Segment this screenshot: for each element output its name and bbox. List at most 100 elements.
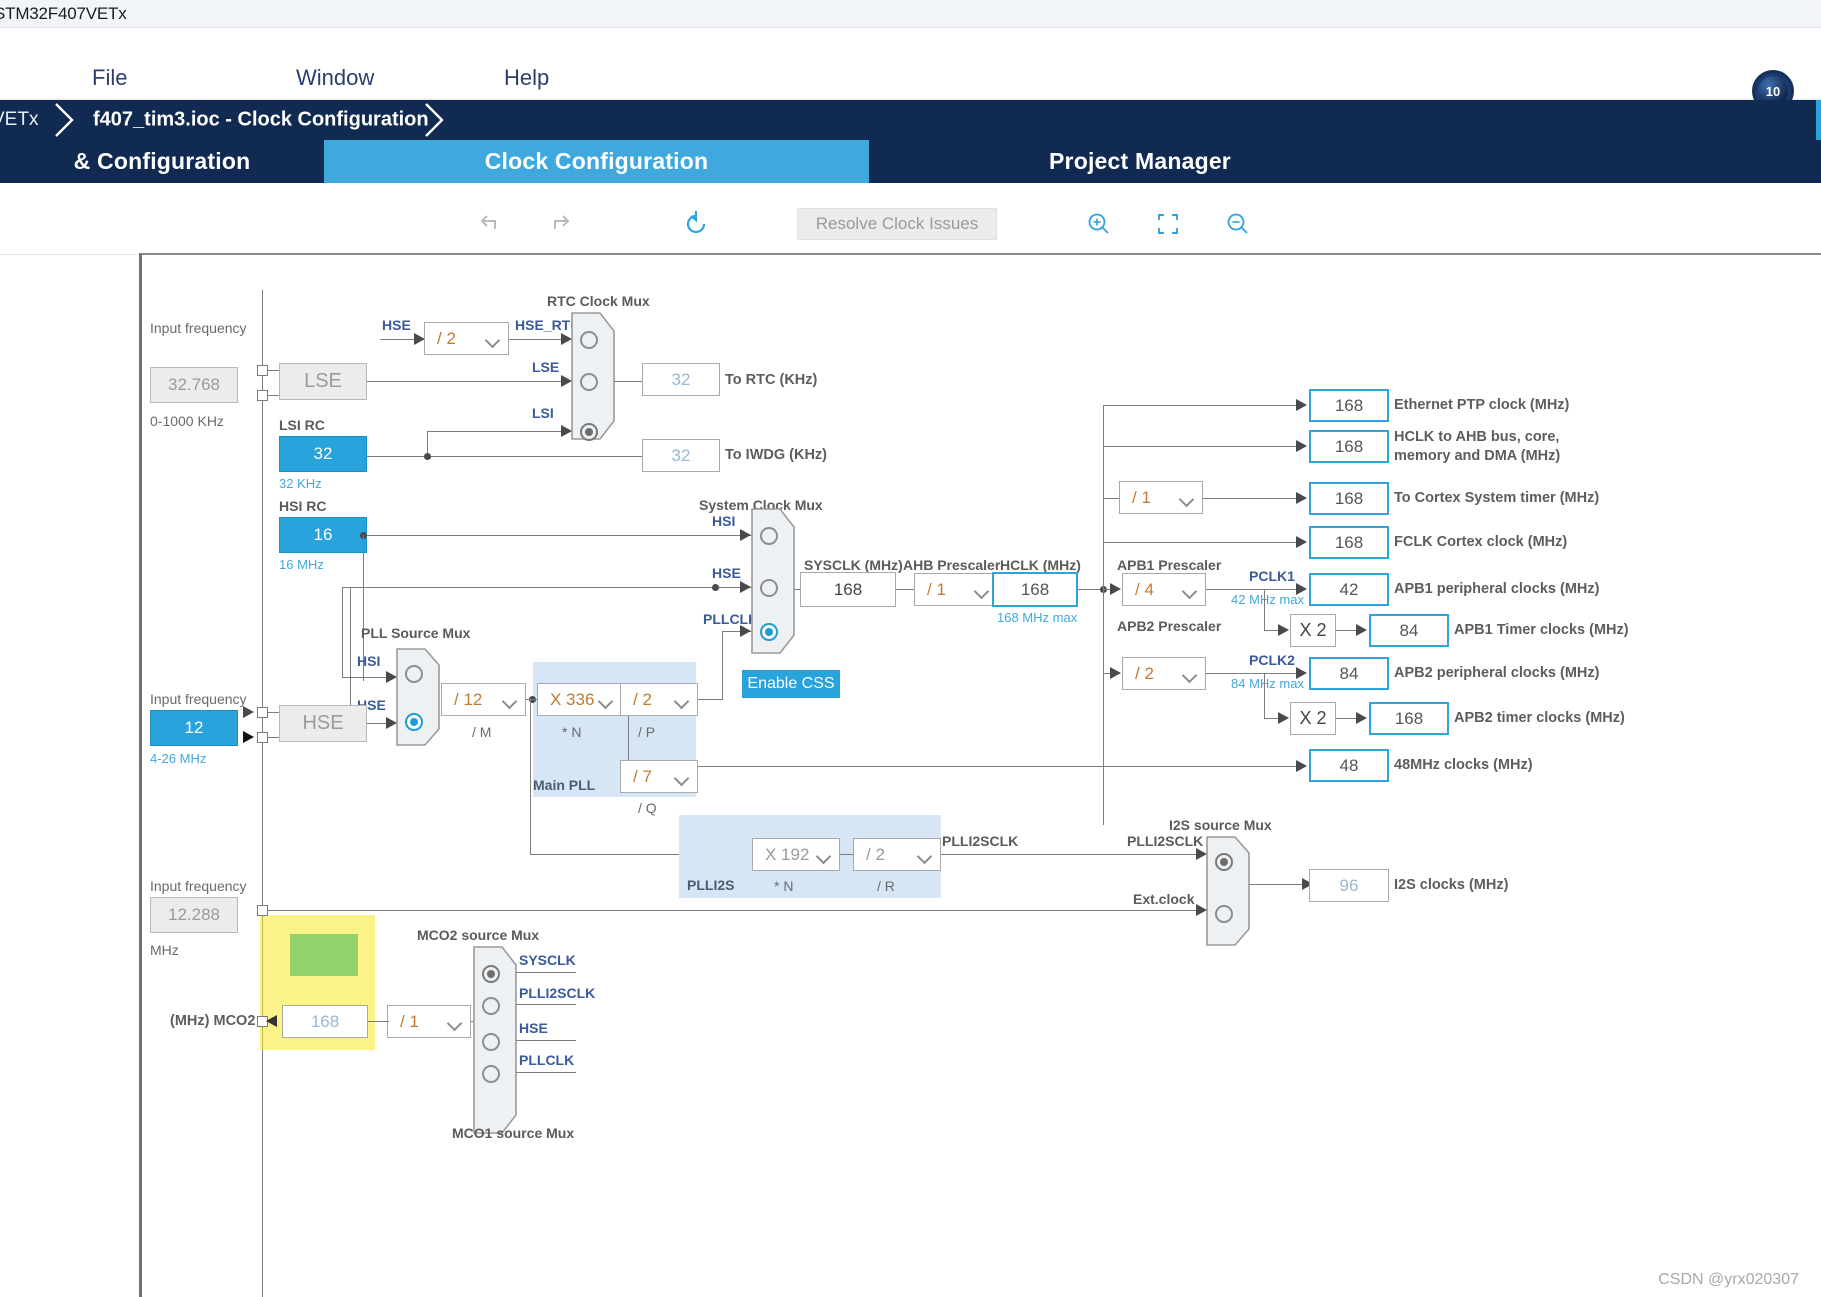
- apb1-prescaler-select[interactable]: / 4: [1122, 573, 1206, 606]
- pll-n-multiplier-select[interactable]: X 336: [537, 683, 622, 716]
- apb1-x2-arrow: [1278, 624, 1289, 636]
- apb2-periph-label: APB2 peripheral clocks (MHz): [1394, 665, 1600, 681]
- apb1-timer-value-box[interactable]: 84: [1369, 614, 1449, 647]
- hse-block[interactable]: HSE: [279, 705, 367, 742]
- main-tabs: & Configuration Clock Configuration Proj…: [0, 140, 1821, 183]
- plli2sclk-label-right: PLLI2SCLK: [1127, 833, 1204, 849]
- i2s-input-frequency-field[interactable]: 12.288: [150, 897, 238, 933]
- plli2s-r-divider-select[interactable]: / 2: [853, 838, 941, 871]
- hse-input-frequency-field[interactable]: 12: [150, 710, 238, 746]
- apb2-prescaler-select[interactable]: / 2: [1122, 657, 1206, 690]
- 48mhz-label: 48MHz clocks (MHz): [1394, 757, 1533, 773]
- to-iwdg-value-box[interactable]: 32: [642, 439, 720, 472]
- fclk-arrow: [1296, 536, 1307, 548]
- lsi-to-mux-wire: [427, 431, 561, 432]
- mco2-out-arrow: [266, 1015, 277, 1027]
- reset-icon[interactable]: [679, 207, 713, 241]
- mco2-label-plli2sclk: PLLI2SCLK: [519, 985, 596, 1001]
- i2s-clocks-value-box[interactable]: 96: [1309, 869, 1389, 902]
- to-rtc-value-box[interactable]: 32: [642, 363, 720, 396]
- mco2-option-sysclk[interactable]: [482, 965, 500, 983]
- rtc-mux-option-lse[interactable]: [580, 373, 598, 391]
- menu-file[interactable]: File: [92, 65, 127, 91]
- plli2s-r-label: / R: [877, 878, 895, 894]
- lse-port-bottom: [257, 390, 268, 401]
- mco2-label-hse: HSE: [519, 1020, 548, 1036]
- eth-ptp-value-box[interactable]: 168: [1309, 389, 1389, 422]
- fit-to-screen-icon[interactable]: [1151, 207, 1185, 241]
- breadcrumb-device[interactable]: VETx: [0, 109, 38, 131]
- mco2-option-pllclk[interactable]: [482, 1065, 500, 1083]
- hse-range-label: 4-26 MHz: [150, 751, 207, 766]
- plli2s-n-to-r-wire: [840, 854, 854, 855]
- pll-mux-option-hsi[interactable]: [405, 665, 423, 683]
- rtc-mux-option-hse-rtc[interactable]: [580, 331, 598, 349]
- hse-rtc-divider-select[interactable]: / 2: [424, 322, 509, 355]
- undo-icon[interactable]: [473, 207, 507, 241]
- apb2-branch-v: [1103, 589, 1104, 674]
- hse-branch-up: [350, 587, 351, 723]
- mco2-option-hse[interactable]: [482, 1033, 500, 1051]
- sysmux-option-hsi[interactable]: [760, 527, 778, 545]
- mco2-option-plli2sclk[interactable]: [482, 997, 500, 1015]
- hse-div-input-label: HSE: [382, 317, 411, 333]
- pll-m-divider-select[interactable]: / 12: [441, 683, 526, 716]
- plli2s-n-multiplier-select[interactable]: X 192: [752, 838, 840, 871]
- apb1-periph-value-box[interactable]: 42: [1309, 573, 1389, 606]
- breadcrumb-current[interactable]: f407_tim3.ioc - Clock Configuration: [93, 109, 429, 132]
- rtc-mux-option-lsi[interactable]: [580, 423, 598, 441]
- hsi-pll-branch-down: [342, 587, 343, 677]
- i2s-mux-option-extclock[interactable]: [1215, 905, 1233, 923]
- menu-help[interactable]: Help: [504, 65, 549, 91]
- pll-p-divider-select[interactable]: / 2: [620, 683, 698, 716]
- tab-extra[interactable]: [1411, 140, 1821, 183]
- tab-pinout-configuration[interactable]: & Configuration: [0, 140, 324, 183]
- menu-window[interactable]: Window: [296, 65, 374, 91]
- apb1-timer-branch-v: [1264, 589, 1265, 631]
- lse-block[interactable]: LSE: [279, 363, 367, 400]
- tab-clock-configuration[interactable]: Clock Configuration: [324, 140, 869, 183]
- pll-n-label: * N: [562, 724, 582, 740]
- mco2-divider-select[interactable]: / 1: [387, 1005, 471, 1038]
- hclk-value-box[interactable]: 168: [992, 572, 1078, 607]
- chevron-down-icon: [676, 694, 688, 706]
- clock-tree-canvas[interactable]: Input frequency 32.768 0-1000 KHz LSE LS…: [139, 253, 1821, 1297]
- zoom-in-icon[interactable]: [1082, 207, 1116, 241]
- pll-mux-option-hse[interactable]: [405, 713, 423, 731]
- mco2-value-box[interactable]: 168: [282, 1005, 368, 1038]
- fclk-value-box[interactable]: 168: [1309, 526, 1389, 559]
- apb2-periph-value-box[interactable]: 84: [1309, 657, 1389, 690]
- i2s-mux-option-plli2sclk[interactable]: [1215, 853, 1233, 871]
- sysmux-option-pllclk[interactable]: [760, 623, 778, 641]
- tab-project-manager[interactable]: Project Manager: [869, 140, 1411, 183]
- lsi-rc-value-field[interactable]: 32: [279, 436, 367, 472]
- plli2s-n-label: * N: [774, 878, 794, 894]
- sysclk-value-box[interactable]: 168: [800, 572, 896, 607]
- hse-rtc-out-wire: [509, 339, 561, 340]
- zoom-out-icon[interactable]: [1221, 207, 1255, 241]
- enable-css-button[interactable]: Enable CSS: [742, 670, 840, 698]
- resolve-clock-issues-button[interactable]: Resolve Clock Issues: [797, 208, 997, 240]
- apb1-periph-label: APB1 peripheral clocks (MHz): [1394, 581, 1600, 597]
- chevron-down-icon: [676, 771, 688, 783]
- sysmux-option-hse[interactable]: [760, 579, 778, 597]
- hclk-label: HCLK (MHz): [1000, 557, 1081, 573]
- hse-in-arrow-2: [243, 731, 254, 743]
- pll-q-divider-select[interactable]: / 7: [620, 760, 698, 793]
- ahb-prescaler-select[interactable]: / 1: [914, 573, 998, 606]
- hsi-pll-in-wire: [342, 677, 386, 678]
- pll-source-mux[interactable]: [395, 647, 441, 752]
- apb2-timer-value-box[interactable]: 168: [1369, 702, 1449, 735]
- cortex-system-timer-prescaler-select[interactable]: / 1: [1119, 481, 1203, 514]
- hsi-rc-value-field[interactable]: 16: [279, 517, 367, 553]
- cortex-timer-value-box[interactable]: 168: [1309, 482, 1389, 515]
- i2s-source-mux[interactable]: [1205, 835, 1251, 952]
- hclk-ahb-value-box[interactable]: 168: [1309, 430, 1389, 463]
- redo-icon[interactable]: [543, 207, 577, 241]
- 48mhz-value-box[interactable]: 48: [1309, 749, 1389, 782]
- apb1-timer-x2-box: X 2: [1290, 614, 1336, 647]
- chevron-down-icon: [504, 694, 516, 706]
- eth-ptp-arrow: [1296, 399, 1307, 411]
- lse-input-frequency-field[interactable]: 32.768: [150, 367, 238, 403]
- mco2-plli2sclk-wire: [516, 1004, 576, 1005]
